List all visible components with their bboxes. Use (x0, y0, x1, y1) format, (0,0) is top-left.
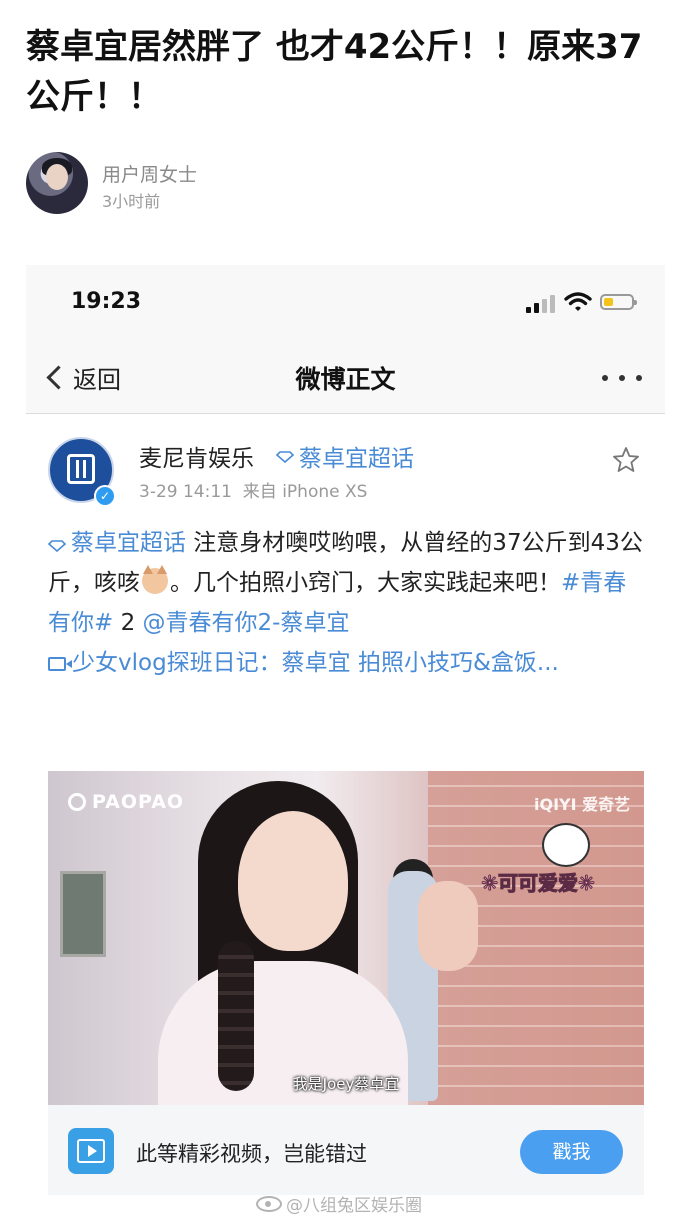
status-bar: 19:23 (26, 265, 665, 340)
diamond-icon (48, 540, 66, 552)
author-row: 用户周女士 3小时前 (26, 152, 626, 216)
video-app-icon (68, 1128, 114, 1174)
signal-icon (526, 295, 556, 313)
iqiyi-watermark: iQIYI 爱奇艺 (534, 795, 631, 814)
video-player[interactable]: PAOPAO iQIYI 爱奇艺 ❊可可爱爱❊ 我是Joey蔡卓宜 (48, 771, 644, 1105)
diamond-icon (276, 451, 294, 463)
mention-link[interactable]: @青春有你2-蔡卓宜 (143, 610, 350, 636)
post-body: 蔡卓宜超话 注意身材噢哎哟喂，从曾经的37公斤到43公斤，咳咳 。几个拍照小窍门，… (48, 523, 648, 683)
paopao-logo-icon (68, 793, 86, 811)
post-source: 来自 iPhone XS (242, 482, 368, 502)
battery-icon (600, 294, 637, 310)
video-cta-bar: 此等精彩视频，岂能错过 戳我 (48, 1105, 644, 1195)
cat-emoji-icon (142, 565, 168, 594)
post-meta: 3-29 14:11 来自 iPhone XS (139, 477, 367, 502)
body-text-3: 2 (113, 610, 143, 636)
body-topic-link[interactable]: 蔡卓宜超话 (48, 530, 186, 556)
verified-badge-icon: ✓ (94, 485, 116, 507)
weibo-logo-icon (256, 1195, 282, 1212)
post-date: 3-29 14:11 (139, 482, 232, 502)
more-options-button[interactable] (600, 372, 644, 384)
cta-button[interactable]: 戳我 (520, 1130, 623, 1174)
author-avatar[interactable] (26, 152, 88, 214)
post-time: 3小时前 (102, 192, 161, 211)
topic-tag[interactable]: 蔡卓宜超话 (276, 439, 414, 473)
wifi-icon (564, 292, 592, 311)
embedded-weibo-screenshot: 19:23 返回 微博正文 ✓ 麦尼肯娱乐 蔡卓宜超话 3-29 14:11 来… (26, 265, 665, 1199)
favorite-star-icon[interactable] (611, 445, 641, 475)
cute-sticker: ❊可可爱爱❊ (454, 823, 622, 905)
nav-bar: 返回 微博正文 (26, 340, 665, 414)
topic-tag-label: 蔡卓宜超话 (299, 446, 414, 472)
poster-name[interactable]: 麦尼肯娱乐 (139, 439, 254, 473)
video-subtitle: 我是Joey蔡卓宜 (292, 1075, 400, 1093)
video-camera-icon (48, 657, 72, 671)
author-name[interactable]: 用户周女士 (102, 160, 197, 187)
mascot-icon (542, 823, 590, 867)
article-title: 蔡卓宜居然胖了 也才42公斤！！原来37公斤！！ (26, 27, 643, 117)
nav-title: 微博正文 (295, 365, 396, 394)
video-title-link[interactable]: 少女vlog探班日记：蔡卓宜 拍照小技巧&盒饭... (48, 650, 559, 676)
paopao-watermark: PAOPAO (68, 791, 184, 813)
body-text-2: 。几个拍照小窍门，大家实践起来吧！ (170, 570, 561, 596)
cta-text: 此等精彩视频，岂能错过 (136, 1142, 367, 1166)
post-header: ✓ 麦尼肯娱乐 蔡卓宜超话 3-29 14:11 来自 iPhone XS (26, 413, 665, 513)
status-clock: 19:23 (71, 289, 142, 314)
footer-watermark: @八组兔区娱乐圈 (256, 1191, 422, 1216)
